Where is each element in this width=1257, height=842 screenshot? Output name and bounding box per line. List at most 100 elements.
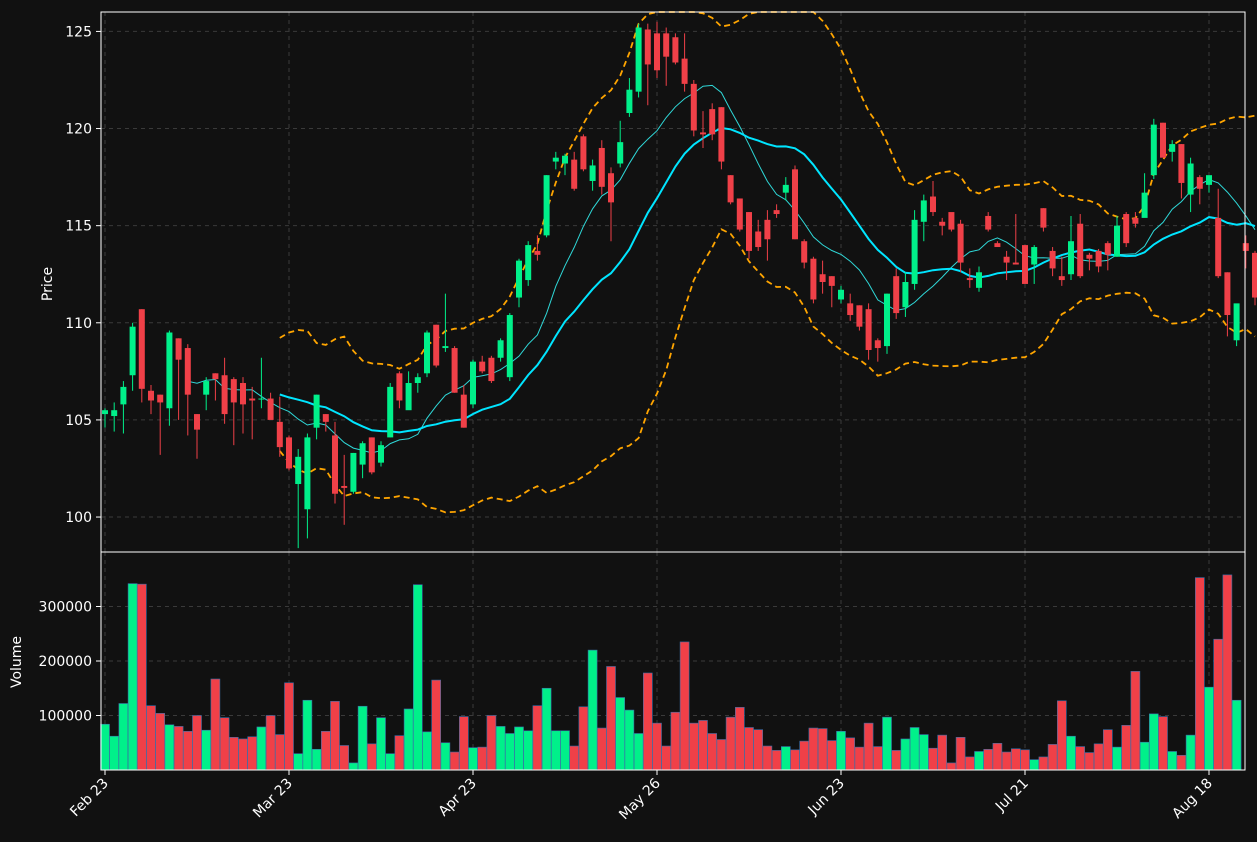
volume-bar bbox=[918, 734, 929, 771]
volume-bar bbox=[762, 745, 773, 771]
candle-body bbox=[782, 184, 789, 193]
candle-body bbox=[1049, 250, 1056, 269]
candle bbox=[138, 309, 145, 403]
volume-bar bbox=[504, 733, 515, 771]
volume-bar bbox=[1038, 756, 1049, 771]
volume-bar bbox=[606, 666, 616, 771]
volume-bar bbox=[431, 679, 442, 771]
candle-body bbox=[396, 373, 403, 401]
candle-body bbox=[258, 398, 265, 400]
candle-body bbox=[286, 437, 292, 469]
volume-bar bbox=[238, 738, 248, 771]
candle-body bbox=[378, 445, 384, 463]
candle-body bbox=[608, 173, 614, 203]
candle-body bbox=[525, 245, 532, 281]
volume-tick-label: 100000 bbox=[39, 709, 92, 725]
candle-body bbox=[617, 142, 624, 164]
volume-bar bbox=[780, 746, 791, 771]
volume-bar bbox=[1020, 749, 1030, 771]
price-tick-label: 115 bbox=[65, 219, 92, 235]
volume-bar bbox=[127, 583, 138, 771]
candle-body bbox=[470, 361, 476, 405]
volume-bar bbox=[1176, 754, 1187, 771]
candle-body bbox=[1215, 217, 1222, 277]
candle bbox=[1150, 118, 1157, 180]
volume-bar bbox=[560, 730, 570, 771]
candle bbox=[424, 330, 430, 378]
volume-bar bbox=[900, 738, 911, 771]
candle-body bbox=[644, 29, 651, 65]
candle-body bbox=[819, 274, 826, 282]
volume-bar bbox=[192, 715, 202, 771]
candle bbox=[350, 452, 357, 494]
candle-body bbox=[562, 155, 568, 164]
candle-body bbox=[911, 219, 918, 284]
volume-bar bbox=[1084, 752, 1095, 771]
candle-body bbox=[534, 250, 541, 255]
volume-bar bbox=[1047, 744, 1058, 771]
volume-bar bbox=[946, 762, 957, 771]
volume-bar bbox=[229, 736, 239, 771]
candle-body bbox=[985, 215, 992, 230]
candle-body bbox=[764, 219, 771, 240]
volume-bar bbox=[836, 731, 846, 771]
candle-body bbox=[902, 282, 909, 308]
candle-body bbox=[1058, 276, 1065, 281]
candle bbox=[433, 324, 440, 368]
candle-body bbox=[654, 33, 660, 71]
price-tick-label: 100 bbox=[65, 510, 92, 526]
candle-body bbox=[1178, 144, 1185, 183]
volume-bar bbox=[955, 736, 966, 771]
price-tick-label: 105 bbox=[65, 413, 92, 429]
candle bbox=[690, 79, 697, 137]
candle-body bbox=[451, 348, 458, 393]
volume-bar bbox=[477, 746, 488, 771]
volume-bar bbox=[771, 750, 782, 771]
candle-body bbox=[368, 437, 375, 473]
volume-bar bbox=[348, 762, 359, 771]
volume-bar bbox=[578, 706, 589, 771]
volume-bar bbox=[201, 729, 211, 771]
candle bbox=[727, 175, 734, 205]
candle-body bbox=[746, 212, 752, 251]
candle-body bbox=[479, 361, 486, 372]
volume-bar bbox=[1093, 743, 1104, 771]
volume-bar bbox=[1057, 700, 1067, 771]
volume-bar bbox=[118, 703, 129, 771]
volume-bar bbox=[339, 745, 350, 771]
candle-body bbox=[1040, 208, 1047, 228]
volume-bar bbox=[1158, 716, 1168, 771]
candle-body bbox=[966, 278, 973, 281]
volume-bar bbox=[1222, 574, 1233, 771]
candle-body bbox=[994, 243, 1001, 248]
candle bbox=[1123, 212, 1130, 248]
candle-body bbox=[1242, 243, 1249, 251]
candle-body bbox=[939, 221, 946, 226]
volume-bar bbox=[633, 733, 644, 771]
volume-bar bbox=[716, 739, 727, 771]
candle bbox=[1252, 250, 1257, 306]
volume-bar bbox=[183, 731, 193, 771]
candle-body bbox=[792, 169, 798, 240]
volume-bar bbox=[596, 727, 607, 771]
candle-body bbox=[1086, 254, 1093, 259]
volume-bar bbox=[357, 705, 368, 771]
volume-bar bbox=[320, 731, 331, 771]
candle-body bbox=[249, 398, 256, 401]
volume-bar bbox=[974, 751, 984, 771]
volume-bar bbox=[366, 743, 377, 771]
candle-body bbox=[976, 272, 982, 288]
volume-bar bbox=[302, 699, 313, 771]
volume-bar bbox=[872, 746, 883, 771]
volume-bar bbox=[219, 717, 230, 771]
volume-bar bbox=[1204, 686, 1214, 771]
volume-bar bbox=[1130, 671, 1141, 771]
candle-body bbox=[773, 210, 780, 215]
volume-bar bbox=[550, 730, 561, 771]
volume-bar bbox=[1029, 759, 1039, 771]
candle-body bbox=[184, 348, 191, 395]
volume-bar bbox=[964, 756, 975, 771]
volume-bar bbox=[863, 722, 874, 771]
candle-body bbox=[1123, 214, 1130, 244]
candle bbox=[525, 241, 532, 286]
